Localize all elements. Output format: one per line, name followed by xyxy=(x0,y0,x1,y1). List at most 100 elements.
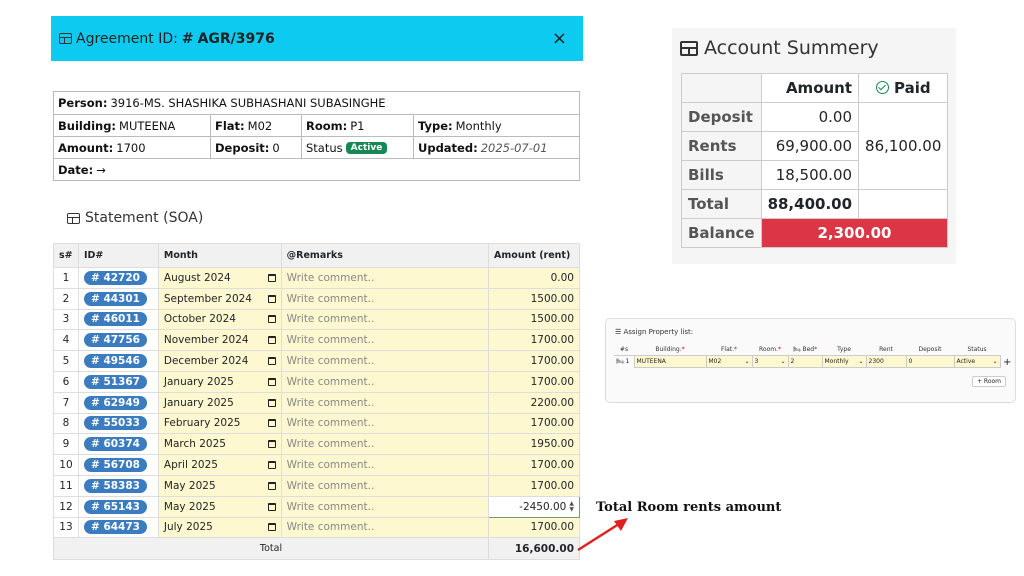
chevron-down-icon: ⌄ xyxy=(744,357,750,365)
statement-title: Statement (SOA) xyxy=(67,210,203,226)
remark-input[interactable]: Write comment.. xyxy=(280,516,490,539)
calendar-icon[interactable] xyxy=(267,294,276,303)
amount-value: 2200.00 xyxy=(530,396,574,409)
add-room-button[interactable]: + Room xyxy=(972,376,1007,387)
deposit-row-label: Deposit xyxy=(681,102,762,132)
calendar-icon[interactable] xyxy=(267,398,276,407)
amount-input[interactable]: 1700.00 xyxy=(488,350,580,372)
calendar-icon[interactable] xyxy=(267,273,276,282)
assign-property-table: #s Building.* Flat.* Room.* 🛏 Bed* Type … xyxy=(614,345,1001,368)
amount-value: 1700.00 xyxy=(530,459,574,472)
row-sn: 2 xyxy=(53,287,79,310)
calendar-icon[interactable] xyxy=(267,523,276,532)
table-row: 6 # 51367 January 2025 Write comment.. 1700.… xyxy=(53,370,580,393)
updated-label: Updated: xyxy=(418,140,478,155)
remark-input[interactable]: Write comment.. xyxy=(280,267,490,289)
id-pill[interactable]: # 49546 xyxy=(83,354,147,369)
month-input[interactable]: May 2025 xyxy=(157,474,282,497)
amount-input[interactable]: 1700.00 xyxy=(488,474,580,497)
remark-input[interactable]: Write comment.. xyxy=(280,412,490,435)
calendar-icon[interactable] xyxy=(267,461,276,470)
month-input[interactable]: December 2024 xyxy=(157,350,282,372)
assign-status-select[interactable]: Active ⌄ xyxy=(953,354,1001,368)
calendar-icon[interactable] xyxy=(267,336,276,345)
remark-input[interactable]: Write comment.. xyxy=(280,370,490,393)
calendar-icon[interactable] xyxy=(267,377,276,386)
amount-input[interactable]: 1700.00 xyxy=(488,370,580,393)
amount-input[interactable]: 1700.00 xyxy=(488,516,580,539)
month-input[interactable]: January 2025 xyxy=(157,370,282,393)
remark-input[interactable]: Write comment.. xyxy=(280,433,490,456)
type-cell: Type: Monthly xyxy=(413,115,579,136)
assign-room-select[interactable]: 3 ⌄ xyxy=(751,354,789,368)
remark-input[interactable]: Write comment.. xyxy=(280,329,490,352)
month-value: January 2025 xyxy=(163,396,234,409)
table-row: 11 # 58383 May 2025 Write comment.. 1700.00 xyxy=(53,474,580,497)
add-row-icon[interactable]: + xyxy=(1003,357,1011,368)
month-input[interactable]: May 2025 xyxy=(157,495,282,518)
assign-flat-select[interactable]: M02 ⌄ xyxy=(705,354,753,368)
assign-type-select[interactable]: Monthly ⌄ xyxy=(821,354,867,368)
assign-bed-field[interactable]: 2 xyxy=(787,354,823,368)
id-pill[interactable]: # 55033 xyxy=(83,416,147,431)
amount-input[interactable]: -2450.00 ▲ ▼ xyxy=(488,495,580,518)
amount-input[interactable]: 0.00 xyxy=(488,267,580,289)
check-circle-icon xyxy=(875,81,889,94)
amount-label: Amount: xyxy=(58,140,114,155)
id-pill[interactable]: # 47756 xyxy=(83,333,147,348)
calendar-icon[interactable] xyxy=(267,502,276,511)
amount-input[interactable]: 1500.00 xyxy=(488,308,580,331)
total-value: 16,600.00 xyxy=(488,537,580,561)
month-input[interactable]: October 2024 xyxy=(157,308,282,331)
amount-input[interactable]: 1950.00 xyxy=(488,433,580,456)
assign-rent-field[interactable]: 2300 xyxy=(865,354,907,368)
amount-input[interactable]: 1500.00 xyxy=(488,287,580,310)
month-input[interactable]: August 2024 xyxy=(157,267,282,289)
table-row: 9 # 60374 March 2025 Write comment.. 1950.00 xyxy=(53,433,580,456)
id-pill[interactable]: # 56708 xyxy=(83,458,147,473)
amount-input[interactable]: 2200.00 xyxy=(488,391,580,414)
id-pill[interactable]: # 44301 xyxy=(83,291,147,306)
id-pill[interactable]: # 51367 xyxy=(83,374,147,389)
remark-input[interactable]: Write comment.. xyxy=(280,350,490,372)
remark-input[interactable]: Write comment.. xyxy=(280,474,490,497)
calendar-icon[interactable] xyxy=(267,315,276,324)
month-input[interactable]: September 2024 xyxy=(157,287,282,310)
remark-input[interactable]: Write comment.. xyxy=(280,287,490,310)
id-pill[interactable]: # 65143 xyxy=(83,499,147,514)
month-input[interactable]: April 2025 xyxy=(157,454,282,476)
calendar-icon[interactable] xyxy=(267,419,276,428)
remark-input[interactable]: Write comment.. xyxy=(280,454,490,476)
amount-input[interactable]: 1700.00 xyxy=(488,329,580,352)
assign-deposit-field[interactable]: 0 xyxy=(905,354,955,368)
amount-input[interactable]: 1700.00 xyxy=(488,412,580,435)
id-pill[interactable]: # 60374 xyxy=(83,437,147,452)
table-icon xyxy=(680,40,698,56)
account-row-deposit: Deposit 0.00 86,100.00 xyxy=(681,102,949,190)
month-value: April 2025 xyxy=(163,459,218,472)
assign-col-sn: #s xyxy=(614,345,634,356)
calendar-icon[interactable] xyxy=(267,440,276,449)
amount-input[interactable]: 1700.00 xyxy=(488,454,580,476)
remark-input[interactable]: Write comment.. xyxy=(280,308,490,331)
assign-building-field[interactable]: MUTEENA xyxy=(633,354,707,368)
calendar-icon[interactable] xyxy=(267,357,276,366)
remark-input[interactable]: Write comment.. xyxy=(280,495,490,518)
month-input[interactable]: February 2025 xyxy=(157,412,282,435)
assign-col-flat: Flat.* xyxy=(706,345,752,356)
id-pill[interactable]: # 58383 xyxy=(83,478,147,493)
statement-table: s# ID# Month @Remarks Amount (rent) 1 # 4… xyxy=(52,243,580,561)
amount-value: 1700.00 xyxy=(530,334,574,347)
month-input[interactable]: January 2025 xyxy=(157,391,282,414)
calendar-icon[interactable] xyxy=(267,481,276,490)
month-input[interactable]: November 2024 xyxy=(157,329,282,352)
id-pill[interactable]: # 42720 xyxy=(83,270,147,285)
id-pill[interactable]: # 64473 xyxy=(83,520,147,535)
id-pill[interactable]: # 62949 xyxy=(83,395,147,410)
id-pill[interactable]: # 46011 xyxy=(83,312,147,327)
remark-input[interactable]: Write comment.. xyxy=(280,391,490,414)
month-input[interactable]: March 2025 xyxy=(157,433,282,456)
amount-value: 1500.00 xyxy=(530,292,574,305)
month-input[interactable]: July 2025 xyxy=(157,516,282,539)
close-icon[interactable]: × xyxy=(552,28,567,49)
